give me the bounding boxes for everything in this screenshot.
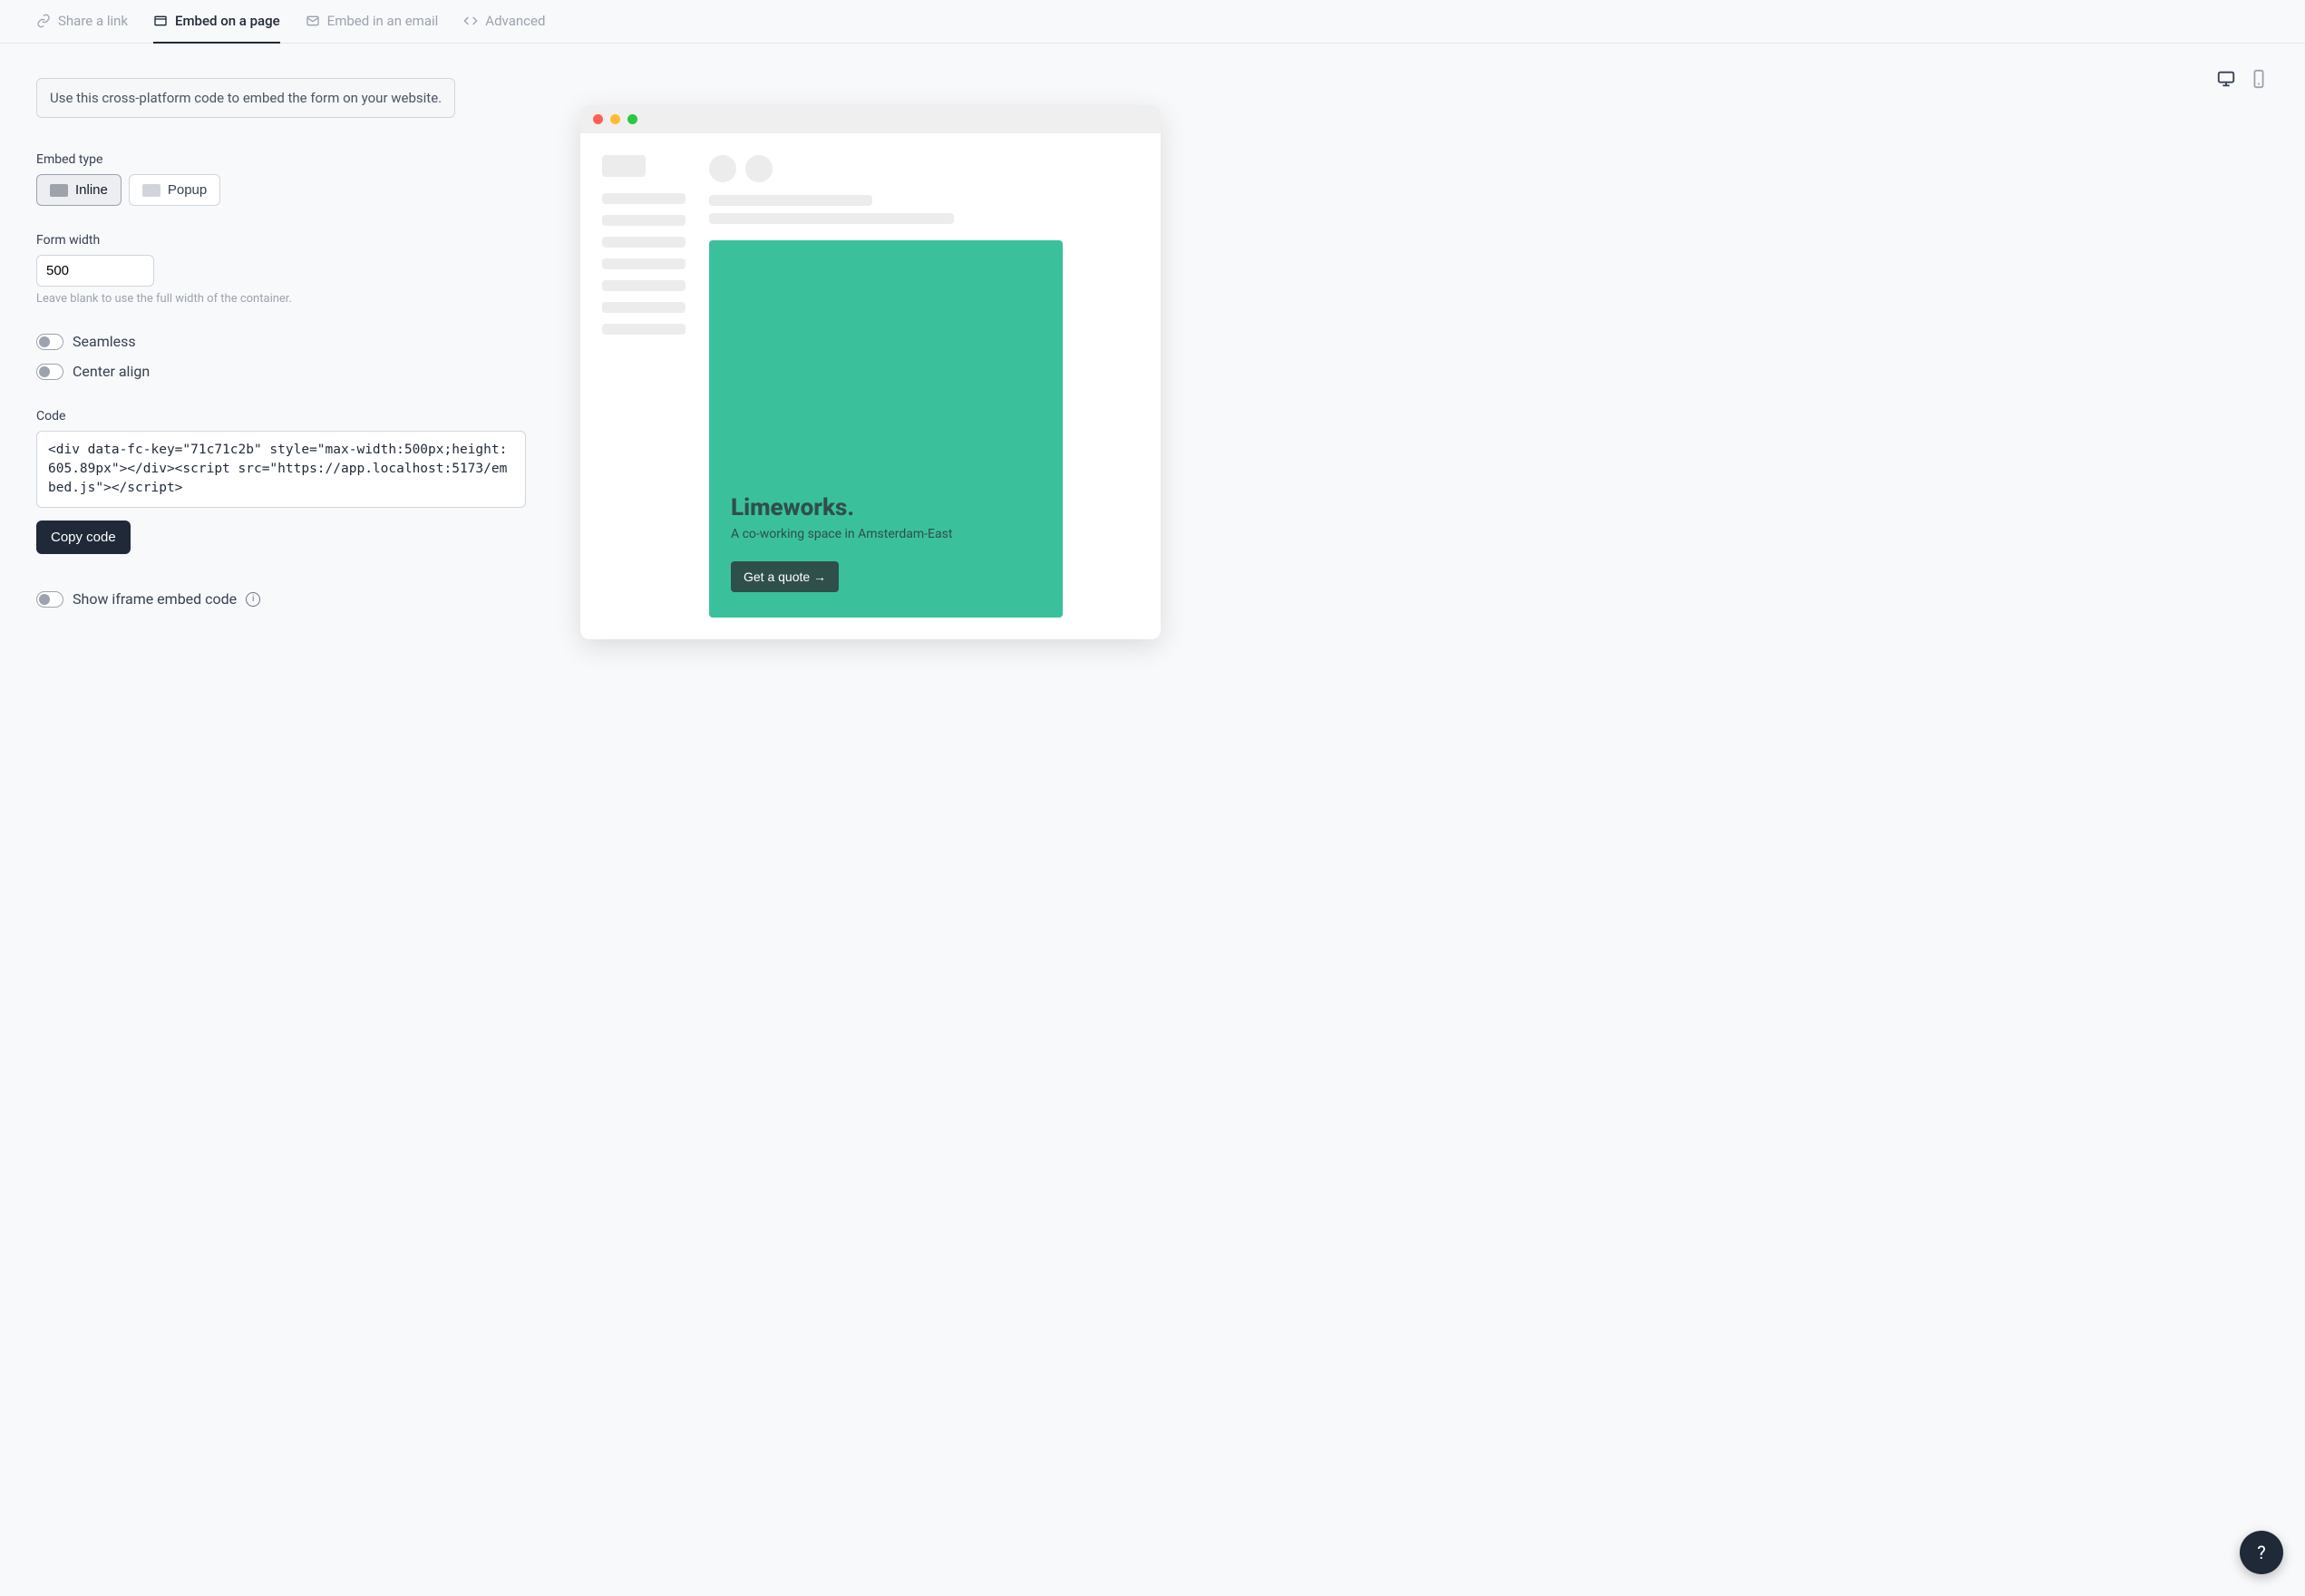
info-icon[interactable]: i [246,592,260,607]
skeleton [602,280,686,291]
code-label: Code [36,409,526,423]
tab-label: Embed in an email [327,13,439,29]
preview-browser: Limeworks. A co-working space in Amsterd… [580,105,1161,639]
show-iframe-toggle[interactable] [36,591,63,608]
embed-type-group: Inline Popup [36,174,526,206]
desktop-preview-button[interactable] [2216,69,2236,92]
embed-type-popup[interactable]: Popup [129,174,220,206]
skeleton [602,237,686,248]
skeleton [602,193,686,204]
preview-form-subtitle: A co-working space in Amsterdam-East [731,527,1041,541]
center-align-toggle[interactable] [36,364,63,380]
code-textarea[interactable] [36,431,526,508]
preview-panel: Limeworks. A co-working space in Amsterd… [580,78,2269,639]
info-box: Use this cross-platform code to embed th… [36,78,455,118]
embed-type-inline[interactable]: Inline [36,174,122,206]
seamless-toggle[interactable] [36,334,63,350]
center-align-label: Center align [73,363,150,380]
skeleton [602,155,646,177]
popup-icon [142,184,160,197]
copy-code-button[interactable]: Copy code [36,521,131,554]
seamless-label: Seamless [73,333,136,350]
inline-icon [50,184,68,197]
skeleton [602,215,686,226]
device-switch [2216,69,2269,92]
window-minimize-dot [610,114,620,124]
seg-label: Inline [75,182,108,198]
tab-embed-page[interactable]: Embed on a page [153,13,280,44]
tab-bar: Share a link Embed on a page Embed in an… [0,0,2305,44]
skeleton [602,324,686,335]
tab-embed-email[interactable]: Embed in an email [306,13,439,44]
skeleton [709,195,872,206]
tab-label: Embed on a page [175,13,280,29]
window-zoom-dot [627,114,637,124]
preview-form-title: Limeworks. [731,494,1041,521]
tab-label: Share a link [58,13,128,29]
skeleton [602,258,686,269]
mail-icon [306,14,320,28]
window-close-dot [593,114,603,124]
skeleton-avatar [709,155,736,182]
preview-titlebar [580,105,1161,133]
preview-sidebar [602,155,686,618]
browser-icon [153,14,168,28]
form-width-input[interactable] [36,255,154,287]
skeleton [602,302,686,313]
desktop-icon [2216,69,2236,89]
tab-share-link[interactable]: Share a link [36,13,128,44]
link-icon [36,14,51,28]
show-iframe-label: Show iframe embed code [73,590,237,608]
code-icon [463,14,478,28]
skeleton [709,213,954,224]
mobile-preview-button[interactable] [2249,69,2269,92]
settings-panel: Use this cross-platform code to embed th… [36,78,526,639]
preview-main: Limeworks. A co-working space in Amsterd… [709,155,1139,618]
tab-advanced[interactable]: Advanced [463,13,545,44]
tab-label: Advanced [485,13,545,29]
embed-type-label: Embed type [36,152,526,167]
form-width-hint: Leave blank to use the full width of the… [36,292,526,306]
form-width-label: Form width [36,233,526,248]
mobile-icon [2249,69,2269,89]
seg-label: Popup [168,182,207,198]
preview-cta-button[interactable]: Get a quote → [731,561,839,592]
skeleton-avatar [745,155,773,182]
help-button[interactable]: ? [2240,1531,2283,1574]
preview-embedded-form: Limeworks. A co-working space in Amsterd… [709,240,1063,618]
preview-page: Limeworks. A co-working space in Amsterd… [580,133,1161,639]
